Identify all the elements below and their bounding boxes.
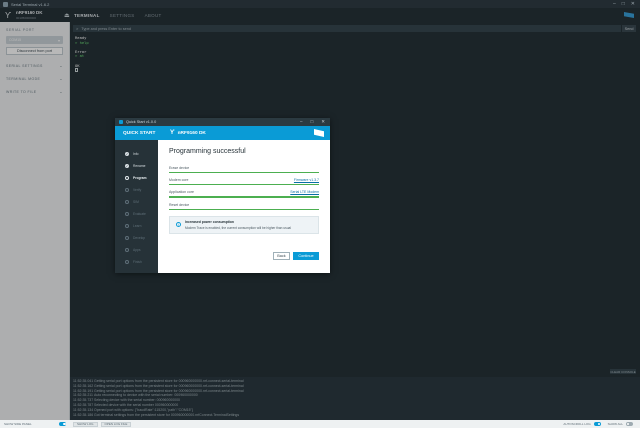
show-all-label: SHOW ALL — [607, 422, 623, 426]
step-label: SIM — [133, 200, 139, 204]
pending-step-icon — [125, 248, 129, 252]
dialog-minimize-button[interactable]: – — [300, 119, 303, 125]
task-progress-bar — [169, 208, 319, 210]
step-verify: Verify — [115, 184, 158, 196]
app-icon — [3, 1, 8, 7]
quick-start-app-icon — [119, 120, 123, 124]
window-titlebar: Serial Terminal v1.6.2 – □ ✕ — [0, 0, 640, 8]
device-icon: ϒ — [170, 130, 175, 136]
dialog-device-name: nRF9160 DK — [177, 130, 206, 136]
task-progress-bar — [169, 196, 319, 198]
quick-start-dialog: Quick Start v1.0.0 – □ ✕ QUICK START ϒ n… — [115, 118, 330, 273]
info-icon: i — [176, 222, 181, 228]
side-panel-toggle[interactable] — [59, 422, 66, 426]
dialog-maximize-button[interactable]: □ — [311, 119, 314, 125]
check-icon: ✓ — [125, 164, 129, 168]
step-label: Learn — [133, 224, 142, 228]
task-erase: Erase device — [169, 165, 319, 174]
dialog-window-title: Quick Start v1.0.0 — [126, 120, 157, 124]
check-icon: ✓ — [125, 152, 129, 156]
show-all-toggle[interactable] — [626, 422, 633, 426]
status-bar: SHOW SIDE PANEL SHOW LOG OPEN LOG FILE A… — [0, 420, 640, 428]
step-label: Program — [133, 176, 147, 180]
show-log-button[interactable]: SHOW LOG — [73, 421, 98, 427]
nordic-logo-icon — [314, 129, 324, 137]
task-progress-bar — [169, 184, 319, 186]
step-apps: Apps — [115, 244, 158, 256]
power-notice: i Increased power consumption Modem Trac… — [169, 215, 319, 234]
step-label: Rename — [133, 164, 146, 168]
pending-step-icon — [125, 260, 129, 264]
firmware-link[interactable]: Firmware v1.3.7 — [294, 178, 319, 182]
notice-text: Modem Trace is enabled, the current cons… — [185, 225, 291, 230]
minimize-button[interactable]: – — [613, 0, 616, 8]
pending-step-icon — [125, 224, 129, 228]
pending-step-icon — [125, 236, 129, 240]
dialog-device: ϒ nRF9160 DK — [170, 130, 206, 136]
dialog-titlebar: Quick Start v1.0.0 – □ ✕ — [115, 118, 330, 126]
dialog-heading: Programming successful — [169, 148, 246, 155]
task-application-core: Application core Serial LTE Modem — [169, 189, 319, 198]
step-program: Program — [115, 172, 158, 184]
task-progress-bar — [169, 172, 319, 174]
close-button[interactable]: ✕ — [631, 0, 635, 8]
pending-step-icon — [125, 212, 129, 216]
step-label: Info — [133, 152, 139, 156]
maximize-button[interactable]: □ — [622, 0, 625, 8]
pending-step-icon — [125, 188, 129, 192]
step-label: Develop — [133, 236, 146, 240]
step-finish: Finish — [115, 256, 158, 268]
task-reset: Reset device — [169, 202, 319, 210]
task-label: Erase device — [169, 166, 190, 170]
step-label: Finish — [133, 260, 142, 264]
autoscroll-label: AUTOSCROLL LOG — [563, 422, 591, 426]
dialog-actions: Back Continue — [158, 252, 330, 260]
step-learn: Learn — [115, 220, 158, 232]
step-label: Apps — [133, 248, 141, 252]
steps-panel: ✓ Info ✓ Rename Program Verify SIM Evaluat… — [115, 140, 158, 273]
task-modem-core: Modem core Firmware v1.3.7 — [169, 177, 319, 186]
current-step-icon — [125, 176, 129, 180]
step-develop: Develop — [115, 232, 158, 244]
step-info: ✓ Info — [115, 148, 158, 160]
notice-title: Increased power consumption — [185, 220, 234, 224]
quick-start-title: QUICK START — [123, 130, 156, 136]
task-label: Application core — [169, 190, 194, 195]
task-label: Modem core — [169, 178, 189, 183]
autoscroll-toggle[interactable] — [593, 422, 601, 426]
app-root: Serial Terminal v1.6.2 – □ ✕ ϒ nRF9160 D… — [0, 0, 640, 428]
step-evaluate: Evaluate — [115, 208, 158, 220]
pending-step-icon — [125, 200, 129, 204]
window-title: Serial Terminal v1.6.2 — [11, 1, 50, 7]
continue-button[interactable]: Continue — [293, 252, 319, 260]
dialog-close-button[interactable]: ✕ — [321, 119, 325, 125]
open-log-file-button[interactable]: OPEN LOG FILE — [100, 421, 132, 427]
application-link[interactable]: Serial LTE Modem — [290, 190, 319, 194]
show-side-panel-label: SHOW SIDE PANEL — [4, 422, 32, 426]
step-sim: SIM — [115, 196, 158, 208]
task-label: Reset device — [169, 202, 190, 207]
step-rename: ✓ Rename — [115, 160, 158, 172]
step-label: Evaluate — [133, 212, 146, 216]
step-label: Verify — [133, 188, 142, 192]
back-button[interactable]: Back — [273, 252, 290, 260]
dialog-header: QUICK START ϒ nRF9160 DK — [115, 126, 330, 140]
